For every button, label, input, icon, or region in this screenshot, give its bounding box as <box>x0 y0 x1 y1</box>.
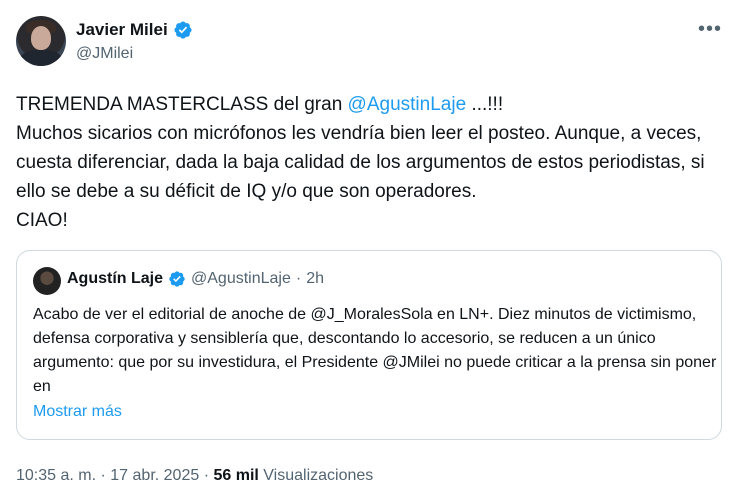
tweet-date[interactable]: 17 abr. 2025 <box>110 467 199 484</box>
more-options-icon[interactable]: ••• <box>698 18 722 41</box>
verified-badge-icon <box>169 271 185 287</box>
quote-text: Acabo de ver el editorial de anoche de @… <box>33 306 717 395</box>
quote-separator: · <box>295 270 302 287</box>
quote-author-handle[interactable]: @AgustinLaje <box>191 270 291 288</box>
views-count: 56 mil <box>213 467 259 484</box>
tweet-time[interactable]: 10:35 a. m. <box>16 467 96 484</box>
author-name-row[interactable]: Javier Milei <box>76 20 193 40</box>
mention-link[interactable]: @AgustinLaje <box>348 94 467 115</box>
show-more-link[interactable]: Mostrar más <box>33 403 122 421</box>
tweet-meta: 10:35 a. m. · 17 abr. 2025 · 56 mil Visu… <box>16 467 373 485</box>
quote-author-avatar[interactable] <box>33 267 61 295</box>
author-handle[interactable]: @JMilei <box>76 45 133 63</box>
views-label: Visualizaciones <box>258 467 374 484</box>
quote-header: Agustín Laje @AgustinLaje · 2h <box>67 270 324 288</box>
quote-author-name[interactable]: Agustín Laje <box>67 270 163 288</box>
meta-separator: · <box>203 467 210 484</box>
verified-badge-icon <box>174 21 192 39</box>
tweet-line1-text: TREMENDA MASTERCLASS del gran <box>16 94 348 115</box>
quote-timestamp[interactable]: 2h <box>306 270 324 288</box>
avatar-suit <box>20 50 62 66</box>
quoted-tweet-card[interactable]: Agustín Laje @AgustinLaje · 2h Acabo de … <box>16 250 722 440</box>
tweet-text: TREMENDA MASTERCLASS del gran @AgustinLa… <box>16 90 716 235</box>
author-name[interactable]: Javier Milei <box>76 20 168 40</box>
author-avatar[interactable] <box>16 16 66 66</box>
meta-separator: · <box>100 467 106 484</box>
tweet-line1: TREMENDA MASTERCLASS del gran @AgustinLa… <box>16 90 716 119</box>
avatar-face <box>31 26 51 50</box>
tweet-closing: CIAO! <box>16 210 68 231</box>
tweet-line1-tail: ...!!! <box>466 94 504 115</box>
tweet-body: Muchos sicarios con micrófonos les vendr… <box>16 123 705 202</box>
